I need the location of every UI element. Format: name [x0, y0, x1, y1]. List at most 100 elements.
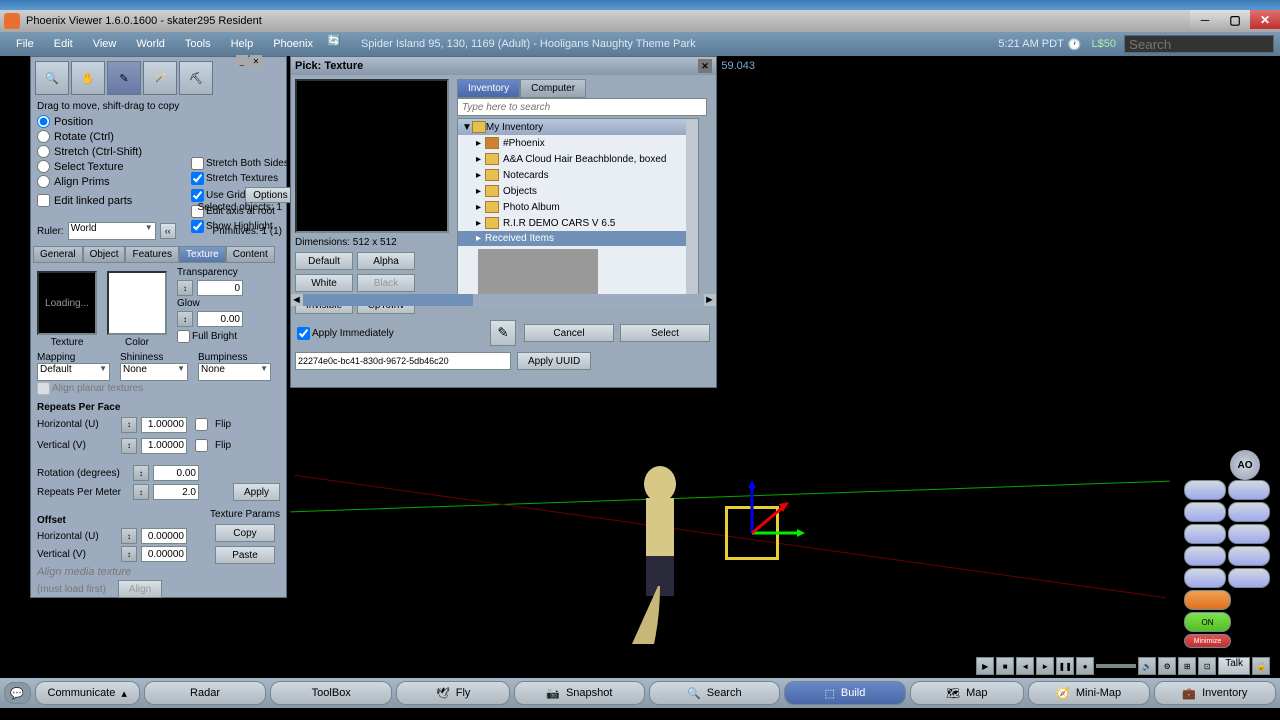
mapping-dropdown[interactable]: Default — [37, 363, 110, 381]
picker-search-input[interactable] — [457, 98, 707, 116]
tab-object[interactable]: Object — [83, 246, 126, 263]
apply-uuid-button[interactable]: Apply UUID — [517, 352, 591, 370]
tree-item-phoenix[interactable]: ▸#Phoenix — [458, 135, 698, 151]
menu-tools[interactable]: Tools — [175, 38, 221, 50]
alpha-texture-button[interactable]: Alpha — [357, 252, 415, 270]
build-button[interactable]: ⬚Build — [784, 681, 906, 705]
offset-h-input[interactable] — [141, 528, 187, 544]
transparency-input[interactable] — [197, 280, 243, 296]
tree-item-democars[interactable]: ▸R.I.R DEMO CARS V 6.5 — [458, 215, 698, 231]
tree-root[interactable]: ▼ My Inventory — [458, 119, 698, 135]
menu-view[interactable]: View — [83, 38, 127, 50]
window-close[interactable]: ✕ — [1250, 10, 1280, 29]
horizontal-u-input[interactable] — [141, 417, 187, 433]
check-full-bright[interactable]: Full Bright — [177, 329, 243, 344]
tool-create[interactable]: 🪄 — [143, 61, 177, 95]
glow-spin[interactable]: ↕ — [177, 311, 193, 327]
menu-file[interactable]: File — [6, 38, 44, 50]
menu-phoenix[interactable]: Phoenix — [263, 38, 323, 50]
window-maximize[interactable]: ▢ — [1220, 10, 1250, 29]
rbtn-1[interactable] — [1184, 480, 1226, 500]
rbtn-10[interactable] — [1228, 568, 1270, 588]
tree-item-photoalbum[interactable]: ▸Photo Album — [458, 199, 698, 215]
tree-item-hair[interactable]: ▸A&A Cloud Hair Beachblonde, boxed — [458, 151, 698, 167]
media-prev[interactable]: ◄ — [1016, 657, 1034, 675]
color-swatch[interactable] — [107, 271, 167, 335]
inventory-button[interactable]: 💼Inventory — [1154, 681, 1276, 705]
radio-select-texture[interactable]: Select Texture — [31, 159, 148, 174]
rbtn-minimize[interactable]: Minimize — [1184, 634, 1231, 648]
select-button[interactable]: Select — [620, 324, 710, 342]
vv-spin[interactable]: ↕ — [121, 438, 137, 454]
radio-align-prims[interactable]: Align Prims — [31, 174, 148, 189]
offh-spin[interactable]: ↕ — [121, 528, 137, 544]
transp-spin[interactable]: ↕ — [177, 280, 193, 296]
radio-stretch[interactable]: Stretch (Ctrl-Shift) — [31, 144, 148, 159]
ao-badge[interactable]: AO — [1230, 450, 1260, 480]
rbtn-7[interactable] — [1184, 546, 1226, 566]
menu-edit[interactable]: Edit — [44, 38, 83, 50]
apply-button[interactable]: Apply — [233, 483, 280, 501]
tool-move[interactable]: ✋ — [71, 61, 105, 95]
tree-item-received[interactable]: ▸Received Items — [458, 231, 698, 246]
volume-icon[interactable]: 🔊 — [1138, 657, 1156, 675]
glow-input[interactable] — [197, 311, 243, 327]
flip-u-check[interactable] — [195, 418, 208, 431]
rbtn-5[interactable] — [1184, 524, 1226, 544]
refresh-icon[interactable]: 🔄 — [327, 34, 347, 54]
window-minimize[interactable]: ─ — [1190, 10, 1220, 29]
tree-item-notecards[interactable]: ▸Notecards — [458, 167, 698, 183]
texture-swatch[interactable]: Loading... — [37, 271, 97, 335]
media-pause[interactable]: ❚❚ — [1056, 657, 1074, 675]
toolbox-button[interactable]: ToolBox — [270, 681, 392, 705]
inventory-tree[interactable]: ▼ My Inventory ▸#Phoenix ▸A&A Cloud Hair… — [457, 118, 699, 300]
rpm-spin[interactable]: ↕ — [133, 484, 149, 500]
build-panel-minimize[interactable]: _ — [236, 55, 248, 67]
rotation-input[interactable] — [153, 465, 199, 481]
chat-bubble-button[interactable]: 💬 — [4, 682, 31, 704]
tool-focus[interactable]: 🔍 — [35, 61, 69, 95]
media-rec[interactable]: ● — [1076, 657, 1094, 675]
rbtn-9[interactable] — [1184, 568, 1226, 588]
communicate-button[interactable]: Communicate ▴ — [35, 681, 140, 705]
tab-content[interactable]: Content — [226, 246, 275, 263]
search-button[interactable]: 🔍Search — [649, 681, 780, 705]
talk-button[interactable]: Talk — [1218, 657, 1250, 675]
build-panel-close[interactable]: ✕ — [250, 55, 262, 67]
media-x1[interactable]: ⊞ — [1178, 657, 1196, 675]
fly-button[interactable]: 🕊Fly — [396, 681, 509, 705]
tool-edit[interactable]: ✎ — [107, 61, 141, 95]
rot-spin[interactable]: ↕ — [133, 465, 149, 481]
grid-options-button[interactable]: Options — [245, 187, 295, 203]
map-button[interactable]: 🗺Map — [910, 681, 1023, 705]
check-apply-immediately[interactable]: Apply Immediately — [297, 326, 394, 341]
white-texture-button[interactable]: White — [295, 274, 353, 292]
tree-hscroll[interactable]: ◄► — [291, 294, 716, 306]
tree-item-objects[interactable]: ▸Objects — [458, 183, 698, 199]
tab-features[interactable]: Features — [125, 246, 178, 263]
menu-world[interactable]: World — [126, 38, 175, 50]
volume-slider[interactable] — [1096, 664, 1136, 668]
tab-general[interactable]: General — [33, 246, 83, 263]
ruler-prev[interactable]: ‹‹ — [160, 223, 176, 239]
shininess-dropdown[interactable]: None — [120, 363, 188, 381]
rbtn-3[interactable] — [1184, 502, 1226, 522]
rbtn-4[interactable] — [1228, 502, 1270, 522]
tab-computer[interactable]: Computer — [520, 79, 586, 98]
tab-inventory[interactable]: Inventory — [457, 79, 520, 98]
media-x2[interactable]: ⊡ — [1198, 657, 1216, 675]
media-play[interactable]: ▶ — [976, 657, 994, 675]
media-next[interactable]: ► — [1036, 657, 1054, 675]
rbtn-on[interactable]: ON — [1184, 612, 1231, 632]
vertical-v-input[interactable] — [141, 438, 187, 454]
minimap-button[interactable]: 🧭Mini-Map — [1028, 681, 1150, 705]
media-stop[interactable]: ■ — [996, 657, 1014, 675]
media-x3[interactable]: 🔒 — [1252, 657, 1270, 675]
rpm-input[interactable] — [153, 484, 199, 500]
tab-texture[interactable]: Texture — [179, 246, 226, 263]
hu-spin[interactable]: ↕ — [121, 417, 137, 433]
rbtn-8[interactable] — [1228, 546, 1270, 566]
copy-params-button[interactable]: Copy — [215, 524, 275, 542]
radio-position[interactable]: Position — [31, 114, 148, 129]
uuid-input[interactable] — [295, 352, 511, 370]
